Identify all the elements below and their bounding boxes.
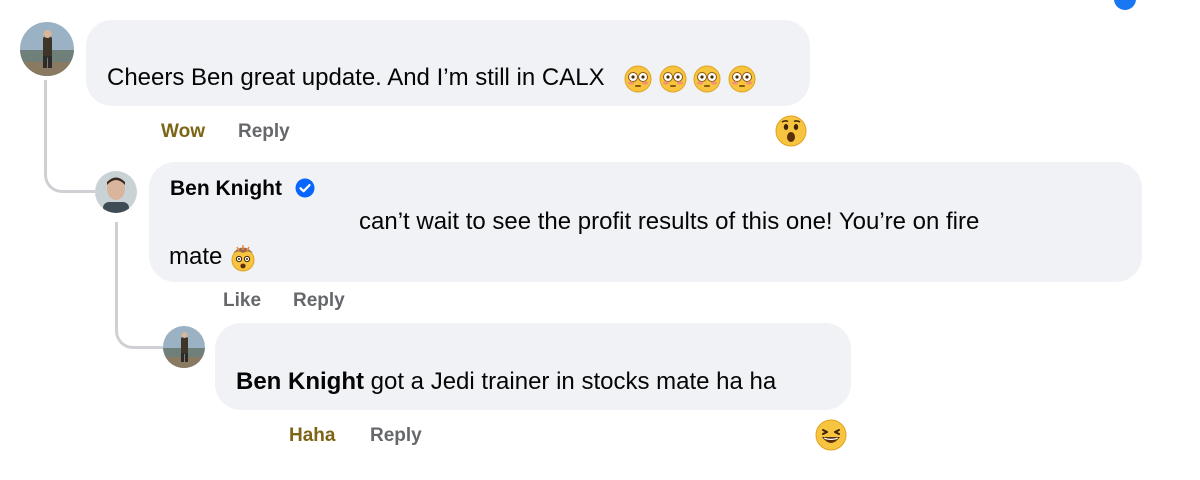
avatar[interactable] <box>163 326 205 368</box>
haha-button[interactable]: Haha <box>289 425 335 447</box>
comment-body: got a Jedi trainer in stocks mate ha ha <box>363 368 777 395</box>
comment-text-line-1: can’t wait to see the profit results of … <box>359 208 980 235</box>
notification-dot-icon <box>1114 0 1136 10</box>
wow-button[interactable]: Wow <box>161 121 205 143</box>
flushed-face-icon <box>693 65 721 93</box>
thread-connector-line <box>44 80 95 193</box>
avatar[interactable] <box>95 171 137 213</box>
avatar[interactable] <box>20 22 74 76</box>
surprised-face-icon[interactable] <box>775 115 807 147</box>
mention-link[interactable]: Ben Knight <box>236 368 364 395</box>
laughing-face-icon[interactable] <box>815 419 847 451</box>
exploding-head-icon <box>231 244 255 272</box>
comment-text: Cheers Ben great update. And I’m still i… <box>107 63 756 93</box>
flushed-face-icon <box>624 65 652 93</box>
comment-text-line-2: mate <box>169 242 257 272</box>
reply-button[interactable]: Reply <box>293 290 345 312</box>
comment-author[interactable]: Ben Knight <box>170 177 282 201</box>
reply-button[interactable]: Reply <box>370 425 422 447</box>
flushed-face-icon <box>659 65 687 93</box>
reply-button[interactable]: Reply <box>238 121 290 143</box>
like-button[interactable]: Like <box>223 290 261 312</box>
comment-text: Ben Knight got a Jedi trainer in stocks … <box>236 367 776 397</box>
comment-text-mate: mate <box>169 243 223 270</box>
comment-body: Cheers Ben great update. And I’m still i… <box>107 64 605 91</box>
flushed-face-icon <box>728 65 756 93</box>
verified-badge-icon <box>295 178 315 198</box>
